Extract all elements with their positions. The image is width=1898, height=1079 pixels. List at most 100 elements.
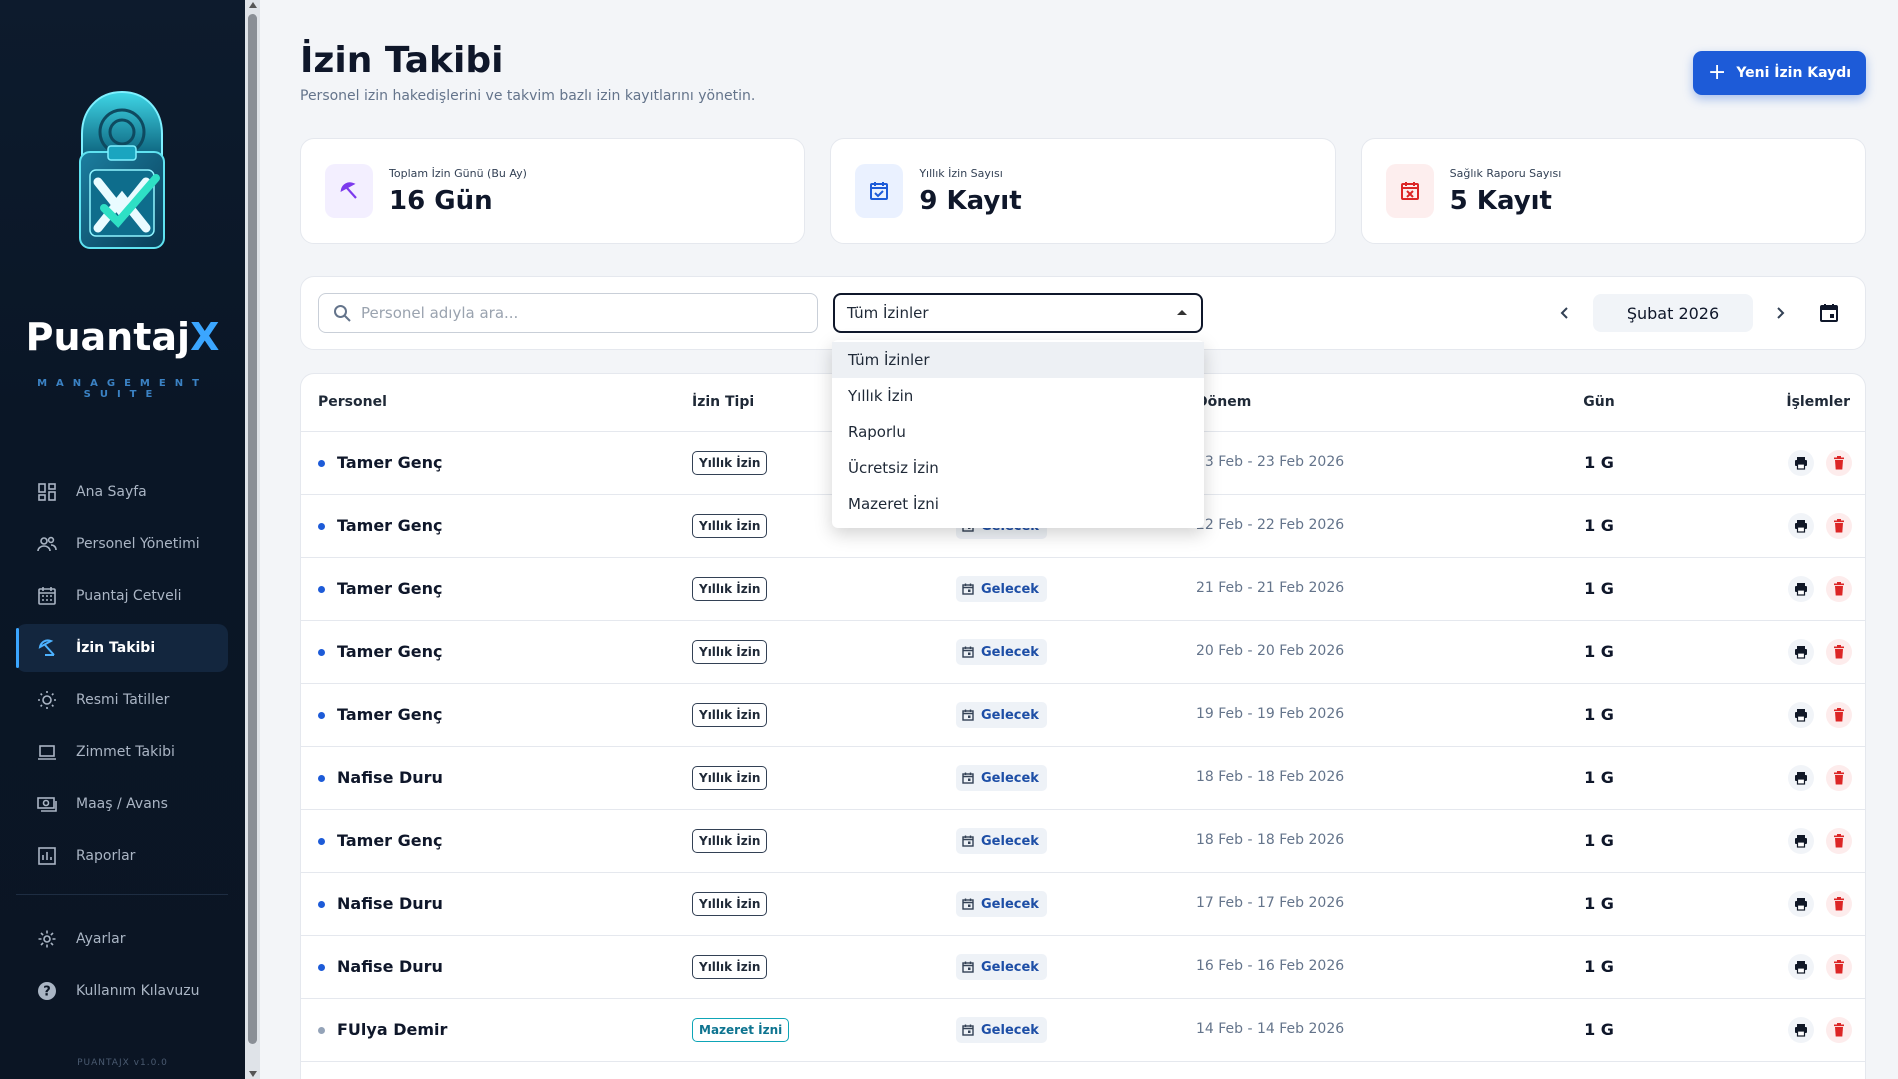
leave-type-badge: Yıllık İzin bbox=[692, 703, 768, 727]
leave-type-badge: Yıllık İzin bbox=[692, 451, 768, 475]
delete-button[interactable] bbox=[1826, 1017, 1852, 1043]
leave-period: 19 Feb - 19 Feb 2026 bbox=[1196, 706, 1345, 722]
column-header-period[interactable]: Dönem bbox=[1196, 394, 1251, 410]
leave-days: 1 G bbox=[1584, 642, 1614, 661]
print-button[interactable] bbox=[1788, 891, 1814, 917]
sidebar-item-label: İzin Takibi bbox=[76, 640, 156, 656]
delete-button[interactable] bbox=[1826, 576, 1852, 602]
print-button[interactable] bbox=[1788, 450, 1814, 476]
delete-button[interactable] bbox=[1826, 828, 1852, 854]
print-button[interactable] bbox=[1788, 828, 1814, 854]
table-row: Tamer Genç Yıllık İzin Gelecek 19 Feb - 19 … bbox=[301, 684, 1865, 747]
dropdown-option-excuse[interactable]: Mazeret İzni bbox=[832, 486, 1204, 522]
leave-status-label: Gelecek bbox=[981, 959, 1039, 975]
calendar-grid-icon bbox=[36, 585, 58, 607]
umbrella-icon bbox=[325, 164, 373, 218]
sidebar-nav: Ana Sayfa Personel Yönetimi Puantaj Cetv… bbox=[16, 468, 228, 1019]
bar-chart-icon bbox=[36, 845, 58, 867]
employee-name: Tamer Genç bbox=[337, 831, 443, 850]
delete-button[interactable] bbox=[1826, 765, 1852, 791]
leave-status-badge: Gelecek bbox=[956, 891, 1047, 917]
caret-up-icon bbox=[1177, 310, 1187, 315]
search-icon bbox=[334, 305, 351, 322]
print-button[interactable] bbox=[1788, 765, 1814, 791]
print-button[interactable] bbox=[1788, 954, 1814, 980]
leave-type-dropdown: Tüm İzinler Yıllık İzin Raporlu Ücretsiz… bbox=[832, 340, 1204, 528]
leave-period: 14 Feb - 14 Feb 2026 bbox=[1196, 1021, 1345, 1037]
dropdown-option-unpaid[interactable]: Ücretsiz İzin bbox=[832, 450, 1204, 486]
scrollbar-thumb[interactable] bbox=[248, 14, 257, 1044]
calendar-picker-button[interactable] bbox=[1817, 301, 1841, 325]
trash-icon bbox=[1833, 960, 1845, 974]
new-leave-button-label: Yeni İzin Kaydı bbox=[1736, 65, 1852, 81]
employee-name: Tamer Genç bbox=[337, 642, 443, 661]
print-icon bbox=[1794, 834, 1808, 848]
sidebar-item-ayarlar[interactable]: Ayarlar bbox=[16, 915, 228, 963]
plus-icon: + bbox=[1707, 60, 1727, 85]
delete-button[interactable] bbox=[1826, 954, 1852, 980]
sidebar-item-personel-yonetimi[interactable]: Personel Yönetimi bbox=[16, 520, 228, 568]
previous-month-button[interactable] bbox=[1553, 301, 1577, 325]
scroll-up-arrow-icon[interactable] bbox=[249, 2, 257, 8]
row-status-dot bbox=[318, 460, 325, 467]
calendar-icon bbox=[962, 772, 974, 784]
sidebar-item-puantaj-cetveli[interactable]: Puantaj Cetveli bbox=[16, 572, 228, 620]
row-status-dot bbox=[318, 775, 325, 782]
sidebar-item-maas-avans[interactable]: Maaş / Avans bbox=[16, 780, 228, 828]
dropdown-option-all[interactable]: Tüm İzinler bbox=[832, 342, 1204, 378]
leave-type-badge: Yıllık İzin bbox=[692, 577, 768, 601]
sidebar-item-izin-takibi[interactable]: İzin Takibi bbox=[16, 624, 228, 672]
search-input[interactable] bbox=[361, 304, 791, 322]
sidebar: PuantajX MANAGEMENT SUITE Ana Sayfa Pers… bbox=[0, 0, 245, 1079]
delete-button[interactable] bbox=[1826, 639, 1852, 665]
leave-status-badge: Gelecek bbox=[956, 765, 1047, 791]
leave-type-badge: Yıllık İzin bbox=[692, 766, 768, 790]
calendar-icon bbox=[962, 835, 974, 847]
print-button[interactable] bbox=[1788, 702, 1814, 728]
stat-label: Yıllık İzin Sayısı bbox=[919, 166, 1003, 180]
dropdown-option-annual[interactable]: Yıllık İzin bbox=[832, 378, 1204, 414]
employee-name: Tamer Genç bbox=[337, 579, 443, 598]
gear-icon bbox=[36, 928, 58, 950]
trash-icon bbox=[1833, 519, 1845, 533]
row-status-dot bbox=[318, 838, 325, 845]
column-header-personel[interactable]: Personel bbox=[318, 394, 387, 410]
delete-button[interactable] bbox=[1826, 450, 1852, 476]
beach-umbrella-icon bbox=[36, 637, 58, 659]
leave-type-select[interactable]: Tüm İzinler bbox=[833, 293, 1203, 333]
print-button[interactable] bbox=[1788, 639, 1814, 665]
leave-days: 1 G bbox=[1584, 768, 1614, 787]
new-leave-button[interactable]: + Yeni İzin Kaydı bbox=[1693, 51, 1866, 95]
column-header-days[interactable]: Gün bbox=[1549, 394, 1649, 410]
next-month-button[interactable] bbox=[1768, 301, 1792, 325]
column-header-actions: İşlemler bbox=[1786, 394, 1850, 410]
scroll-down-arrow-icon[interactable] bbox=[249, 1071, 257, 1077]
print-button[interactable] bbox=[1788, 576, 1814, 602]
sidebar-item-label: Puantaj Cetveli bbox=[76, 588, 182, 604]
sidebar-item-raporlar[interactable]: Raporlar bbox=[16, 832, 228, 880]
dashboard-icon bbox=[36, 481, 58, 503]
sidebar-item-resmi-tatiller[interactable]: Resmi Tatiller bbox=[16, 676, 228, 724]
leave-status-badge: Gelecek bbox=[956, 1017, 1047, 1043]
print-button[interactable] bbox=[1788, 513, 1814, 539]
sidebar-item-zimmet-takibi[interactable]: Zimmet Takibi bbox=[16, 728, 228, 776]
sidebar-item-label: Zimmet Takibi bbox=[76, 744, 175, 760]
print-button[interactable] bbox=[1788, 1017, 1814, 1043]
delete-button[interactable] bbox=[1826, 702, 1852, 728]
dropdown-option-sick[interactable]: Raporlu bbox=[832, 414, 1204, 450]
leave-days: 1 G bbox=[1584, 453, 1614, 472]
sidebar-item-ana-sayfa[interactable]: Ana Sayfa bbox=[16, 468, 228, 516]
sidebar-scrollbar[interactable] bbox=[245, 0, 260, 1079]
employee-name: Tamer Genç bbox=[337, 516, 443, 535]
stat-value: 9 Kayıt bbox=[919, 185, 1022, 216]
print-icon bbox=[1794, 519, 1808, 533]
column-header-type[interactable]: İzin Tipi bbox=[692, 394, 754, 410]
sidebar-item-kullanim-kilavuzu[interactable]: ? Kullanım Kılavuzu bbox=[16, 967, 228, 1015]
delete-button[interactable] bbox=[1826, 891, 1852, 917]
brand-name: PuantajX bbox=[25, 315, 220, 359]
current-month: Şubat 2026 bbox=[1593, 294, 1753, 332]
delete-button[interactable] bbox=[1826, 513, 1852, 539]
leave-period: 18 Feb - 18 Feb 2026 bbox=[1196, 769, 1345, 785]
leave-status-label: Gelecek bbox=[981, 833, 1039, 849]
employee-name: Tamer Genç bbox=[337, 453, 443, 472]
